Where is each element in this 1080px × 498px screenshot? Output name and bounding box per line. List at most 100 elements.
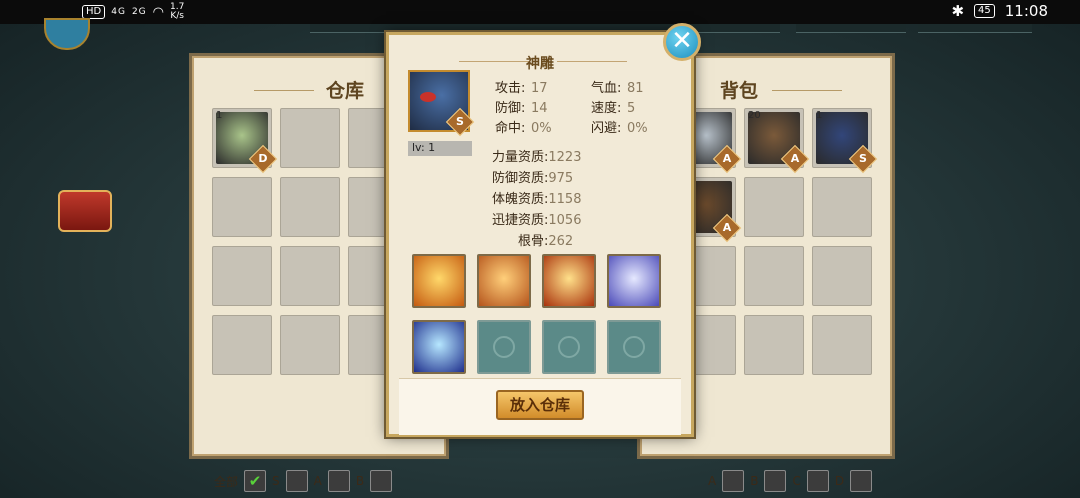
spirit-orb-skill-icon[interactable]	[607, 254, 661, 308]
back-button[interactable]	[44, 18, 90, 50]
filter-a-label: A	[313, 474, 322, 488]
pet-count: 20	[748, 110, 761, 121]
filter-d-label: D	[834, 474, 845, 488]
warehouse-empty-slot[interactable]	[212, 315, 272, 375]
warehouse-filter: 全部 ✔ S A B	[214, 470, 393, 492]
quality-value: 1158	[548, 192, 582, 207]
stat-value: 14	[531, 101, 548, 116]
grade-letter: A	[722, 221, 732, 234]
filter-b-label: B	[750, 474, 759, 488]
grade-letter: S	[859, 152, 867, 165]
warehouse-empty-slot[interactable]	[280, 108, 340, 168]
grade-badge: A	[712, 144, 742, 174]
quality-label: 力量资质:	[492, 150, 549, 165]
stat-label: 气血:	[591, 81, 622, 96]
quality-label: 迅捷资质:	[492, 213, 549, 228]
grade-letter: D	[258, 152, 268, 165]
backpack-title: 背包	[720, 80, 759, 102]
put-in-warehouse-button[interactable]: 放入仓库	[496, 390, 584, 420]
backpack-grid: A 20 A 1 S A	[676, 108, 878, 375]
filter-b-checkbox[interactable]	[764, 470, 787, 492]
backpack-empty-slot[interactable]	[812, 315, 872, 375]
filter-a-label: A	[708, 474, 717, 488]
pet-portrait: S	[408, 70, 475, 137]
filter-s-label: S	[272, 474, 280, 488]
empty-skill-slot[interactable]	[542, 320, 596, 374]
pet-qualities: 力量资质:1223 防御资质:975 体魄资质:1158 迅捷资质:1056 根…	[492, 147, 581, 252]
grade-badge: A	[780, 144, 810, 174]
wifi-icon: ◠	[152, 4, 164, 20]
backpack-empty-slot[interactable]	[744, 177, 804, 237]
title-divider	[557, 61, 627, 62]
net-speed-unit: K/s	[170, 11, 184, 21]
eagle-beak	[420, 92, 436, 102]
backpack-empty-slot[interactable]	[744, 246, 804, 306]
bluetooth-icon: ✱	[951, 2, 965, 20]
header-divider	[254, 90, 314, 91]
pet-detail-dialog: 神雕 ✕ S lv: 1 攻击: 17 气血: 81 防御: 14 速度: 5 命中: 0…	[386, 23, 701, 437]
battery-icon: 45	[974, 4, 995, 18]
claw-slash-skill-icon[interactable]	[412, 320, 466, 374]
backpack-empty-slot[interactable]	[744, 315, 804, 375]
quality-value: 975	[548, 171, 574, 186]
close-button[interactable]: ✕	[663, 23, 701, 61]
stat-value: 5	[627, 101, 636, 116]
backpack-empty-slot[interactable]	[812, 246, 872, 306]
pet-level: lv: 1	[408, 141, 472, 156]
backpack-pet-slot[interactable]: 20 A	[744, 108, 810, 174]
warehouse-title: 仓库	[326, 80, 365, 102]
quality-value: 1223	[548, 150, 582, 165]
filter-s-checkbox[interactable]	[285, 470, 308, 492]
close-icon: ✕	[671, 26, 693, 56]
pet-count: 1	[816, 110, 823, 121]
warehouse-empty-slot[interactable]	[212, 177, 272, 237]
warehouse-grid: 1D	[212, 108, 408, 375]
treasure-chest-icon[interactable]	[58, 190, 112, 232]
warehouse-pet-slot[interactable]: 1D	[212, 108, 278, 174]
quality-value: 1056	[548, 213, 582, 228]
stat-value: 81	[627, 81, 644, 96]
stat-label: 攻击:	[495, 81, 526, 96]
filter-d-checkbox[interactable]	[850, 470, 873, 492]
skill-grid	[412, 254, 661, 374]
stat-value: 0%	[531, 121, 552, 136]
grade-badge: D	[248, 144, 278, 174]
grade-badge: S	[848, 144, 878, 174]
signal-4g-icon: 4G	[111, 7, 126, 17]
fire-phoenix-skill-icon[interactable]	[542, 254, 596, 308]
grade-badge: A	[712, 213, 742, 243]
empty-skill-slot[interactable]	[477, 320, 531, 374]
status-bar: HD 4G 2G ◠ 1.7 K/s ✱ 45 11:08	[0, 0, 1080, 24]
pet-count: 1	[216, 110, 223, 121]
backpack-filter: A B C D	[708, 470, 873, 492]
filter-a-checkbox[interactable]	[722, 470, 745, 492]
filter-c-checkbox[interactable]	[806, 470, 829, 492]
quality-label: 体魄资质:	[492, 192, 549, 207]
fire-lion-skill-icon[interactable]	[477, 254, 531, 308]
top-bar-segment	[796, 24, 906, 33]
clock: 11:08	[1004, 2, 1048, 20]
filter-a-checkbox[interactable]	[327, 470, 350, 492]
grade-badge: S	[445, 107, 475, 137]
stat-label: 命中:	[495, 121, 526, 136]
quality-value: 262	[548, 234, 574, 249]
grade-letter: A	[790, 152, 800, 165]
filter-b-label: B	[355, 474, 365, 488]
warehouse-empty-slot[interactable]	[212, 246, 272, 306]
empty-skill-slot[interactable]	[607, 320, 661, 374]
quality-label: 根骨:	[518, 234, 549, 249]
filter-c-label: C	[792, 474, 801, 488]
backpack-pet-slot[interactable]: 1S	[812, 108, 878, 174]
grade-letter: S	[456, 115, 464, 128]
warehouse-empty-slot[interactable]	[280, 315, 340, 375]
warehouse-empty-slot[interactable]	[280, 177, 340, 237]
filter-all-checkbox[interactable]: ✔	[244, 470, 267, 492]
pet-stats: 攻击: 17 气血: 81 防御: 14 速度: 5 命中: 0% 闪避: 0%	[495, 79, 687, 139]
backpack-empty-slot[interactable]	[812, 177, 872, 237]
hd-icon: HD	[82, 5, 106, 19]
stat-value: 0%	[627, 121, 648, 136]
header-divider	[772, 90, 842, 91]
golden-rays-skill-icon[interactable]	[412, 254, 466, 308]
warehouse-empty-slot[interactable]	[280, 246, 340, 306]
filter-b-checkbox[interactable]	[370, 470, 393, 492]
